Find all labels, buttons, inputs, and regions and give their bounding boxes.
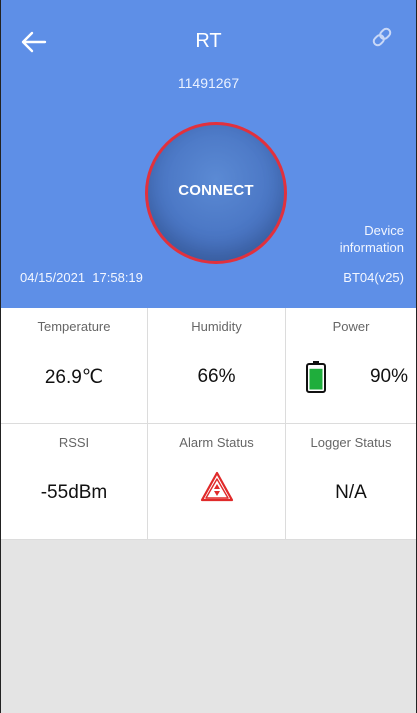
rssi-value: -55dBm	[40, 482, 108, 503]
logger-status-label: Logger Status	[310, 435, 392, 450]
alarm-status-cell: Alarm Status	[148, 424, 286, 540]
rssi-cell: RSSI -55dBm	[1, 424, 148, 540]
temperature-label: Temperature	[37, 319, 111, 334]
device-info-line1: Device	[364, 223, 404, 238]
logger-status-value: N/A	[335, 482, 367, 503]
humidity-label: Humidity	[191, 319, 242, 334]
header-panel: RT 11491267 CONNECT Device information 0…	[1, 0, 416, 308]
app-screen: RT 11491267 CONNECT Device information 0…	[0, 0, 417, 713]
power-label: Power	[332, 319, 370, 334]
empty-content-area	[1, 540, 416, 713]
power-cell: Power 90%	[286, 308, 416, 424]
humidity-value: 66%	[197, 366, 236, 387]
humidity-cell: Humidity 66%	[148, 308, 286, 424]
alarm-status-label: Alarm Status	[179, 435, 254, 450]
connect-label: CONNECT	[178, 181, 254, 199]
device-serial: 11491267	[177, 75, 240, 91]
link-icon	[372, 27, 392, 47]
alarm-warning-icon[interactable]	[200, 471, 234, 503]
datetime-text: 04/15/2021 17:58:19	[20, 270, 143, 285]
logger-status-cell: Logger Status N/A	[286, 424, 416, 540]
stats-grid: Temperature 26.9℃ Humidity 66% Power 90%…	[1, 308, 416, 540]
device-info-line2: information	[339, 240, 404, 255]
rssi-label: RSSI	[58, 435, 90, 450]
power-value: 90%	[369, 366, 408, 387]
firmware-version: BT04(v25)	[343, 270, 404, 285]
page-title: RT	[195, 30, 222, 52]
temperature-cell: Temperature 26.9℃	[1, 308, 148, 424]
temperature-value: 26.9℃	[44, 367, 104, 388]
device-information-link[interactable]: Device information	[340, 222, 404, 256]
link-button[interactable]	[369, 24, 395, 50]
connect-button[interactable]: CONNECT	[145, 122, 287, 264]
